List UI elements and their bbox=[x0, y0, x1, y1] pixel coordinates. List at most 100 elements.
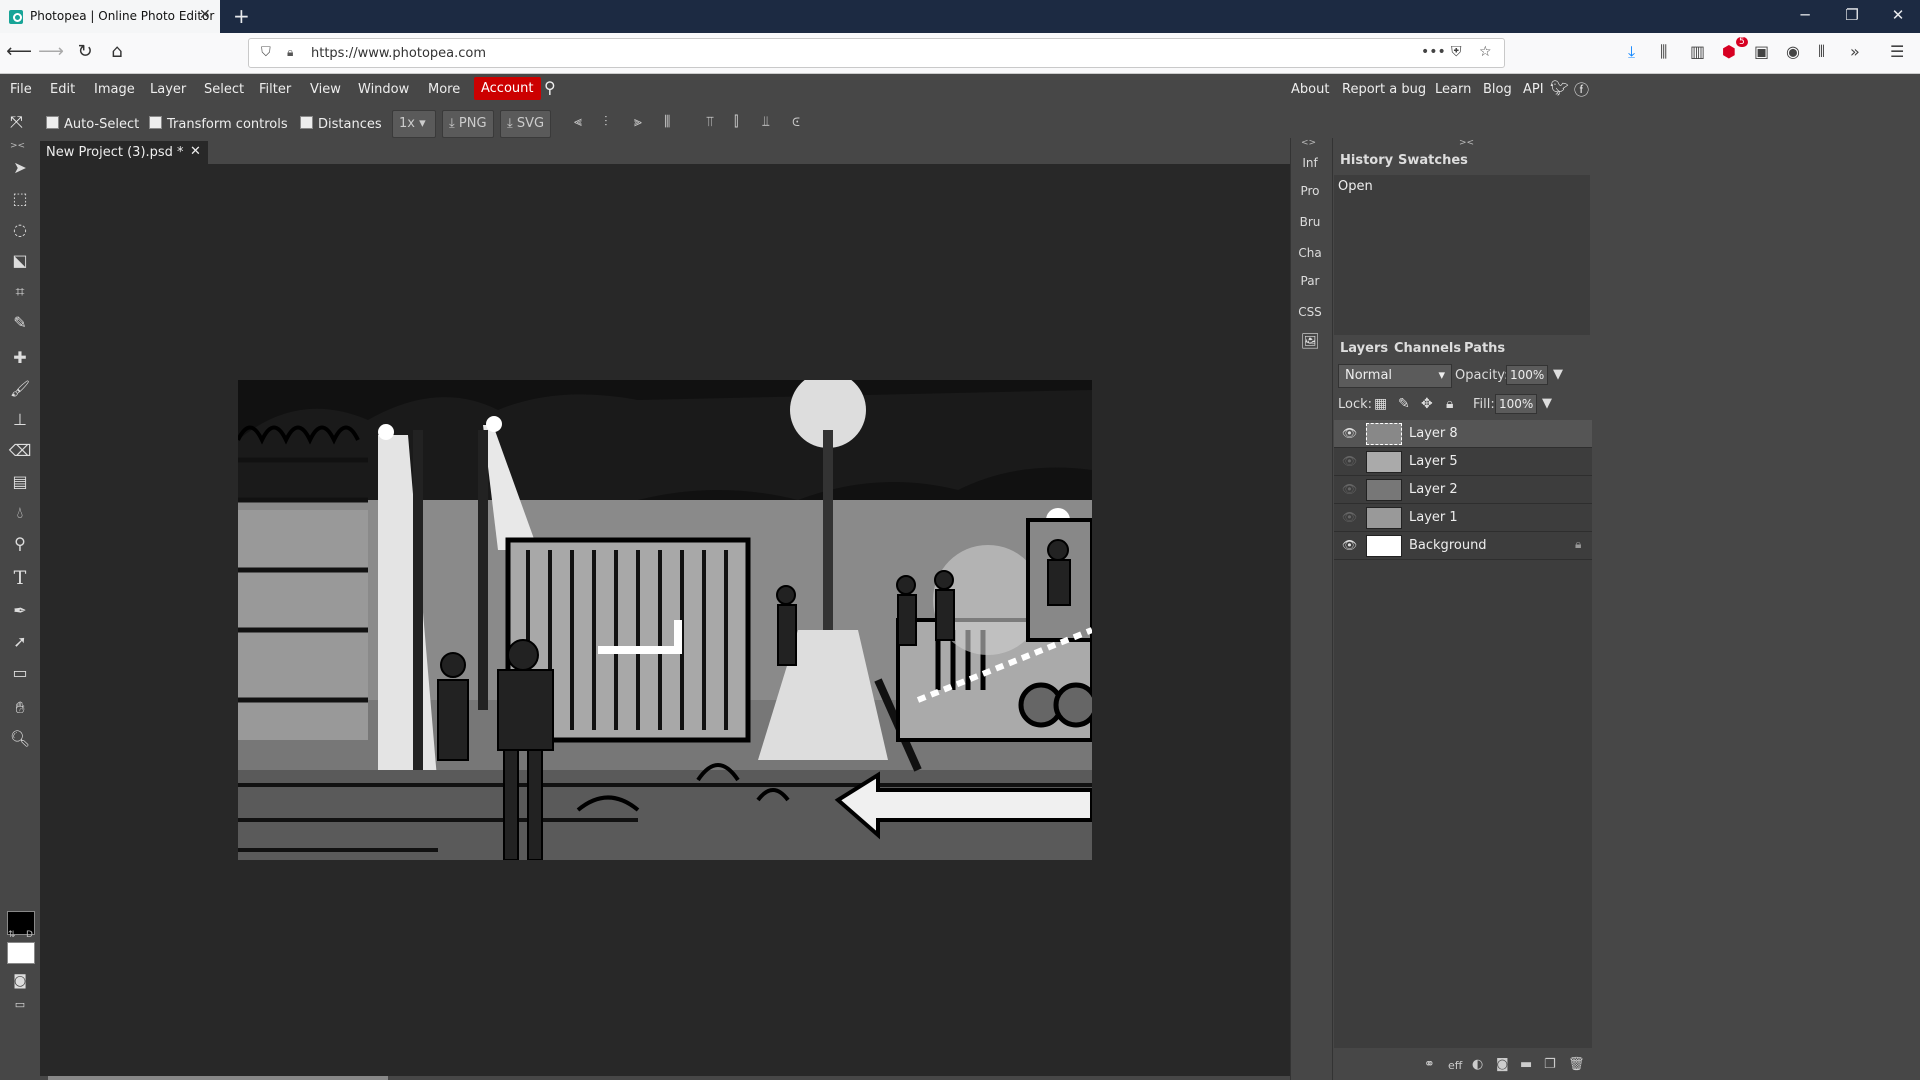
rectangle-tool-icon[interactable]: ▭ bbox=[8, 661, 32, 685]
bookmark-star-icon[interactable]: ☆ bbox=[1479, 44, 1492, 60]
fill-input[interactable]: 100% bbox=[1495, 394, 1538, 414]
adjustment-layer-icon[interactable]: ◐ bbox=[1472, 1057, 1483, 1072]
link-learn[interactable]: Learn bbox=[1435, 82, 1471, 97]
panel-info-button[interactable]: Inf bbox=[1292, 156, 1328, 170]
transform-controls-checkbox[interactable]: Transform controls bbox=[149, 116, 288, 132]
restore-window-icon[interactable]: ❐ bbox=[1832, 6, 1872, 24]
image-panel-icon[interactable]: 🖼︎ bbox=[1292, 332, 1328, 350]
blend-mode-select[interactable]: Normal ▾ bbox=[1338, 364, 1452, 388]
hamburger-menu-icon[interactable]: ☰ bbox=[1890, 42, 1904, 61]
new-folder-icon[interactable]: ▬ bbox=[1520, 1057, 1532, 1072]
align-top-icon[interactable]: ⫪ bbox=[706, 114, 714, 130]
reload-icon[interactable]: ↻ bbox=[72, 41, 98, 62]
checkbox-box[interactable] bbox=[149, 116, 162, 129]
clone-stamp-tool-icon[interactable]: ⊥ bbox=[8, 408, 32, 432]
link-layers-icon[interactable]: ⚭ bbox=[1424, 1057, 1435, 1072]
pen-tool-icon[interactable]: ✒ bbox=[8, 599, 32, 623]
url-text[interactable]: https://www.photopea.com bbox=[311, 46, 486, 61]
layer-row[interactable]: 👁︎ Layer 2 bbox=[1334, 476, 1592, 504]
forward-icon[interactable]: ⟶ bbox=[38, 41, 64, 62]
export-svg-button[interactable]: ⤓ SVG bbox=[500, 110, 552, 138]
address-bar[interactable]: ⛉ 🔒︎ https://www.photopea.com ••• ⛨ ☆ bbox=[248, 38, 1505, 68]
library-icon[interactable]: ⫼ bbox=[1660, 42, 1667, 62]
close-document-icon[interactable]: ✕ bbox=[190, 144, 201, 159]
overflow-chevron-icon[interactable]: » bbox=[1850, 42, 1860, 61]
horizontal-scrollbar[interactable] bbox=[40, 1076, 1290, 1080]
facebook-icon[interactable]: ⓕ bbox=[1574, 79, 1589, 100]
opacity-dropdown-icon[interactable]: ▼ bbox=[1553, 367, 1563, 382]
new-layer-icon[interactable]: ❐ bbox=[1544, 1057, 1556, 1072]
home-icon[interactable]: ⌂ bbox=[104, 41, 130, 62]
extension-icon[interactable]: ⦀ bbox=[1818, 42, 1825, 62]
new-tab-button[interactable]: + bbox=[233, 4, 250, 28]
zoom-tool-icon[interactable]: 🔍︎ bbox=[8, 727, 32, 751]
tab-layers[interactable]: Layers bbox=[1340, 341, 1388, 356]
document-canvas[interactable] bbox=[238, 380, 1092, 860]
layer-row[interactable]: 👁︎ Background 🔒︎ bbox=[1334, 532, 1592, 560]
search-icon[interactable]: ⚲ bbox=[544, 78, 556, 97]
menu-filter[interactable]: Filter bbox=[259, 82, 291, 97]
crop-tool-icon[interactable]: ⌗ bbox=[8, 280, 32, 304]
menu-select[interactable]: Select bbox=[204, 82, 244, 97]
background-color-swatch[interactable] bbox=[7, 942, 35, 964]
dodge-tool-icon[interactable]: ⚲ bbox=[8, 532, 32, 556]
auto-select-checkbox[interactable]: Auto-Select bbox=[46, 116, 139, 132]
screen-mode-icon[interactable]: ▭ bbox=[8, 993, 32, 1017]
align-bottom-icon[interactable]: ⫫ bbox=[762, 114, 770, 130]
tracking-shield-icon[interactable]: ⛉ bbox=[261, 45, 271, 60]
sidebar-icon[interactable]: ▣ bbox=[1754, 42, 1769, 61]
link-about[interactable]: About bbox=[1291, 82, 1329, 97]
panel-css-button[interactable]: CSS bbox=[1292, 305, 1328, 319]
delete-layer-icon[interactable]: 🗑︎ bbox=[1568, 1057, 1585, 1072]
history-item-open[interactable]: Open bbox=[1338, 179, 1373, 194]
tab-paths[interactable]: Paths bbox=[1464, 341, 1505, 356]
align-center-icon[interactable]: ⫶ bbox=[604, 114, 608, 130]
panel-properties-button[interactable]: Pro bbox=[1292, 184, 1328, 198]
panel-brush-button[interactable]: Bru bbox=[1292, 215, 1328, 229]
path-selection-tool-icon[interactable]: ➚ bbox=[8, 630, 32, 654]
layer-row[interactable]: 👁︎ Layer 8 bbox=[1334, 420, 1592, 448]
panel-paragraph-button[interactable]: Par bbox=[1292, 274, 1328, 288]
lasso-tool-icon[interactable]: ◌ bbox=[8, 218, 32, 242]
menu-window[interactable]: Window bbox=[358, 82, 409, 97]
blur-tool-icon[interactable]: 💧︎ bbox=[8, 501, 32, 525]
visibility-eye-icon[interactable]: 👁︎ bbox=[1342, 426, 1357, 440]
menu-more[interactable]: More bbox=[428, 82, 460, 97]
tab-channels[interactable]: Channels bbox=[1394, 341, 1461, 356]
account-button[interactable]: Account bbox=[474, 77, 541, 100]
lock-position-icon[interactable]: ✥ bbox=[1421, 396, 1433, 412]
layer-row[interactable]: 👁︎ Layer 1 bbox=[1334, 504, 1592, 532]
align-left-icon[interactable]: ⫷ bbox=[574, 114, 582, 130]
layer-row[interactable]: 👁︎ Layer 5 bbox=[1334, 448, 1592, 476]
padlock-icon[interactable]: 🔒︎ bbox=[287, 45, 293, 60]
checkbox-box[interactable] bbox=[300, 116, 313, 129]
pocket-icon[interactable]: ⛨ bbox=[1451, 44, 1462, 60]
account-icon[interactable]: ◉ bbox=[1786, 42, 1800, 61]
collapse-panel-icon[interactable]: >< bbox=[1459, 138, 1474, 148]
tab-swatches[interactable]: Swatches bbox=[1398, 153, 1468, 168]
distribute-vertical-icon[interactable]: ⪽ bbox=[792, 114, 800, 130]
lock-all-icon[interactable]: 🔒︎ bbox=[1446, 396, 1453, 412]
menu-edit[interactable]: Edit bbox=[50, 82, 75, 97]
align-right-icon[interactable]: ⫸ bbox=[634, 114, 642, 130]
minimize-window-icon[interactable]: ─ bbox=[1785, 6, 1825, 24]
fill-dropdown-icon[interactable]: ▼ bbox=[1542, 396, 1552, 411]
menu-layer[interactable]: Layer bbox=[150, 82, 186, 97]
distribute-horizontal-icon[interactable]: ⫼ bbox=[664, 114, 670, 130]
export-png-button[interactable]: ⤓ PNG bbox=[442, 110, 494, 138]
close-window-icon[interactable]: ✕ bbox=[1878, 6, 1918, 24]
opacity-input[interactable]: 100% bbox=[1506, 365, 1549, 385]
move-tool-icon[interactable]: ➤ bbox=[8, 156, 32, 180]
browser-tab[interactable]: Photopea | Online Photo Editor ✕ bbox=[0, 0, 220, 33]
layer-mask-icon[interactable]: ◙ bbox=[1496, 1057, 1509, 1072]
menu-file[interactable]: File bbox=[10, 82, 32, 97]
twitter-icon[interactable]: 🐦︎ bbox=[1550, 79, 1569, 97]
link-report-bug[interactable]: Report a bug bbox=[1342, 82, 1426, 97]
panel-character-button[interactable]: Cha bbox=[1292, 246, 1328, 260]
eyedropper-tool-icon[interactable]: ✎ bbox=[8, 311, 32, 335]
document-tab[interactable]: New Project (3).psd * ✕ bbox=[40, 141, 208, 164]
gradient-tool-icon[interactable]: ▤ bbox=[8, 470, 32, 494]
menu-view[interactable]: View bbox=[310, 82, 341, 97]
type-tool-icon[interactable]: T bbox=[8, 566, 32, 590]
downloads-icon[interactable]: ⤓ bbox=[1628, 42, 1635, 62]
